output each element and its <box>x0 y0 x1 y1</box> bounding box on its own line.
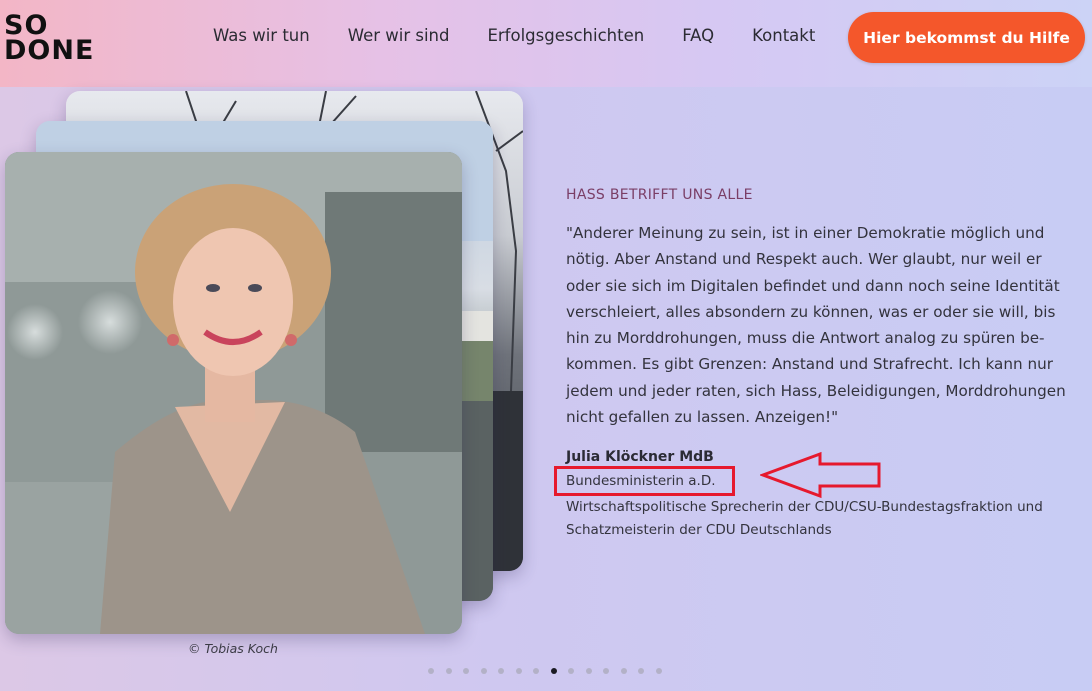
pagination-dot[interactable] <box>480 668 487 674</box>
pagination-dot[interactable] <box>550 668 557 674</box>
pagination-dot[interactable] <box>533 668 539 674</box>
quote-eyebrow: HASS BETRIFFT UNS ALLE <box>566 187 753 203</box>
pagination-dot[interactable] <box>463 668 469 674</box>
pagination-dot[interactable] <box>498 668 504 674</box>
pagination-dot[interactable] <box>603 668 609 674</box>
nav-was-wir-tun[interactable]: Was wir tun <box>213 26 310 50</box>
pagination-dot[interactable] <box>428 668 434 674</box>
pagination-dot[interactable] <box>638 668 644 674</box>
pagination-dot[interactable] <box>620 668 627 674</box>
quote-author: Julia Klöckner MdB <box>566 449 714 465</box>
get-help-button[interactable]: Hier bekommst du Hilfe <box>848 12 1085 63</box>
nav-faq[interactable]: FAQ <box>682 26 714 50</box>
slide-photo-front[interactable] <box>5 152 462 634</box>
so-done-logo[interactable]: SO DONE <box>4 12 104 66</box>
site-header: SO DONE Was wir tun Wer wir sind Erfolgs… <box>0 0 1092 87</box>
nav-wer-wir-sind[interactable]: Wer wir sind <box>348 26 450 50</box>
photo-credit: © Tobias Koch <box>188 641 278 656</box>
portrait-photo-icon <box>5 152 462 634</box>
annotation-arrow-icon <box>760 451 881 499</box>
annotation-highlight-box <box>554 466 735 496</box>
nav-erfolgsgeschichten[interactable]: Erfolgsgeschichten <box>487 26 644 50</box>
pagination-dot[interactable] <box>655 668 662 674</box>
pagination-dot[interactable] <box>445 668 452 674</box>
pagination-dot[interactable] <box>585 668 592 674</box>
main-nav: Was wir tun Wer wir sind Erfolgsgeschich… <box>213 26 853 50</box>
pagination-dot[interactable] <box>568 668 574 674</box>
slider-pagination <box>428 668 673 674</box>
logo-line-2: DONE <box>4 35 95 66</box>
pagination-dot[interactable] <box>515 668 522 674</box>
quote-text: "Anderer Meinung zu sein, ist in einer D… <box>566 224 1066 427</box>
author-role-details: Wirtschaftspolitische Sprecherin der CDU… <box>566 499 1043 538</box>
nav-kontakt[interactable]: Kontakt <box>752 26 815 50</box>
